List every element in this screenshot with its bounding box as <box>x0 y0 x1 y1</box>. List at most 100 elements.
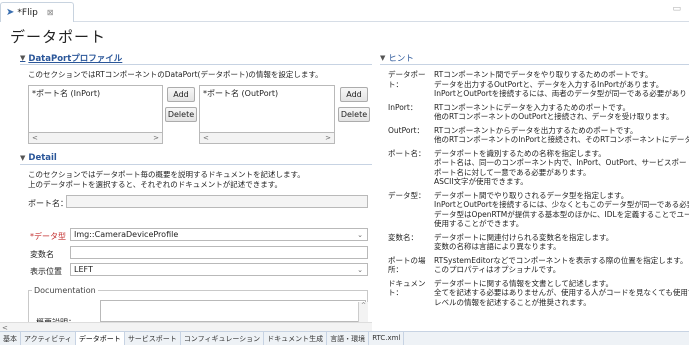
hint-line: 他のRTコンポーネントのInPortと接続され、そのRTコンポーネントにデータを… <box>434 135 689 144</box>
display-position-select[interactable]: LEFT ⌄ <box>70 263 368 276</box>
detail-title: Detail <box>28 152 57 163</box>
hint-line: 他のRTコンポーネントのOutPortと接続され、データを受け取ります。 <box>434 112 674 121</box>
hint-row-data-type: データ型： データポート間でやり取りされるデータ型を指定します。 InPortと… <box>388 191 689 229</box>
detail-header[interactable]: ▼ Detail <box>20 151 372 165</box>
tab-activity[interactable]: アクティビティ <box>21 332 76 345</box>
hint-key: ドキュメント： <box>388 278 426 298</box>
hint-line: データポート間でやり取りされるデータ型を指定します。 <box>434 190 629 200</box>
editor-page-tabs: 基本 アクティビティ データポート サービスポート コンフィギュレーション ドキ… <box>0 331 689 345</box>
inport-delete-button[interactable]: Delete <box>165 107 197 122</box>
collapse-triangle-icon: ▼ <box>380 53 386 62</box>
tab-rtc-xml[interactable]: RTC.xml <box>369 332 405 345</box>
dataport-profile-header[interactable]: ▼ DataPortプロファイル <box>20 51 372 65</box>
editor-tab-flip[interactable]: ➤ *Flip ⊠ <box>0 2 74 22</box>
hint-line: ポート名は、同一のコンポーネント内で、InPort、OutPort、サービスポー… <box>434 158 689 167</box>
hint-value: RTコンポーネントにデータを入力するためのポートです。 他のRTコンポーネントの… <box>434 103 674 122</box>
detail-description-2: 上のデータポートを選択すると、それぞれのドキュメントが記述できます。 <box>28 180 282 189</box>
hint-line: ポート名に対して一意である必要があります。 <box>434 167 591 177</box>
detail-description-1: このセクションではデータポート毎の概要を説明するドキュメントを記述します。 <box>28 170 305 179</box>
port-name-label: ポート名： <box>28 199 68 208</box>
outport-add-button[interactable]: Add <box>340 87 368 102</box>
hint-value: データポートに関連付けられる変数名を指定します。 変数の名称は言語により異なりま… <box>434 233 613 252</box>
hint-value: データポート間でやり取りされるデータ型を指定します。 InPortとOutPor… <box>434 191 689 229</box>
scroll-left-icon[interactable]: < <box>203 134 209 142</box>
hint-row-dataport: データポート： RTコンポーネント間でデータをやり取りするためのポートです。 デ… <box>388 70 689 99</box>
inport-list-scrollbar[interactable]: < > <box>28 133 163 144</box>
documentation-title: Documentation <box>32 286 98 295</box>
hint-line: RTSystemEditorなどでコンポーネントを表示する際の位置を指定します。 <box>434 255 688 265</box>
tab-configuration[interactable]: コンフィギュレーション <box>181 332 265 345</box>
tab-language-environment[interactable]: 言語・環境 <box>327 332 370 345</box>
collapse-triangle-icon: ▼ <box>20 153 26 162</box>
inport-add-button[interactable]: Add <box>167 87 195 102</box>
hint-line: InPortとOutPortを接続するには、両者のデータ型が同一である必要があり <box>434 89 687 98</box>
hint-line: 使用することができます。 <box>434 219 524 228</box>
hint-key: ポートの場所： <box>388 255 426 275</box>
hint-key: データ型： <box>388 190 426 200</box>
hint-line: 全てを記述する必要はありませんが、使用する人がコードを見なくても使用でき <box>434 288 689 297</box>
scroll-left-icon[interactable]: < <box>32 134 38 142</box>
chevron-down-icon[interactable]: ⌄ <box>357 266 363 274</box>
data-type-label: *データ型 <box>30 232 66 241</box>
hint-key: データポート： <box>388 70 426 89</box>
left-pane-scrollbar[interactable]: < <box>0 322 372 332</box>
tab-dataport[interactable]: データポート <box>75 332 125 345</box>
hint-key: ポート名： <box>388 148 426 158</box>
scroll-right-icon[interactable]: > <box>153 134 159 142</box>
dataport-profile-title: DataPortプロファイル <box>28 53 123 64</box>
outport-column-header[interactable]: *ポート名 (OutPort) <box>200 86 334 101</box>
summary-textarea[interactable] <box>100 300 366 322</box>
hint-row-inport: InPort： RTコンポーネントにデータを入力するためのポートです。 他のRT… <box>388 103 689 122</box>
hint-value: データポートに関する情報を文書として記述します。 全てを記述する必要はありません… <box>434 279 689 308</box>
summary-scrollbar[interactable]: ^ <box>358 302 368 322</box>
page-title: データポート <box>10 28 107 46</box>
dataport-description: このセクションではRTコンポーネントのDataPort(データポート)の情報を設… <box>28 70 323 79</box>
hint-key: OutPort： <box>388 125 424 135</box>
variable-name-field[interactable] <box>70 246 368 259</box>
outport-delete-button[interactable]: Delete <box>338 107 370 122</box>
hint-line: データポートに関連付けられる変数名を指定します。 <box>434 232 614 242</box>
scroll-right-icon[interactable]: > <box>325 134 331 142</box>
hint-line: データ型はOpenRTMが提供する基本型のほかに、IDLを定義することでユー <box>434 209 689 219</box>
collapse-triangle-icon: ▼ <box>20 53 26 62</box>
hint-line: このプロパティはオプショナルです。 <box>434 265 561 274</box>
minimize-icon[interactable]: ▭ <box>672 4 681 14</box>
hint-line: ASCII文字が使用できます。 <box>434 177 528 186</box>
port-name-field[interactable] <box>66 195 368 208</box>
tab-basic[interactable]: 基本 <box>0 332 21 345</box>
hint-line: InPortとOutPortを接続するには、少なくともこのデータ型が同一である必… <box>434 200 689 209</box>
tab-document-generation[interactable]: ドキュメント生成 <box>264 332 328 345</box>
hint-line: 変数の名称は言語により異なります。 <box>434 242 561 251</box>
inport-column-header[interactable]: *ポート名 (InPort) <box>29 86 162 101</box>
hint-line: データポートを識別するための名称を指定します。 <box>434 148 606 158</box>
inport-list[interactable]: *ポート名 (InPort) <box>28 85 163 133</box>
hint-key: 変数名： <box>388 232 418 242</box>
tab-serviceport[interactable]: サービスポート <box>125 332 181 345</box>
outport-list[interactable]: *ポート名 (OutPort) <box>199 85 335 133</box>
close-icon[interactable]: ⊠ <box>47 8 54 17</box>
hint-key: InPort： <box>388 102 418 112</box>
hint-line: RTコンポーネントにデータを入力するためのポートです。 <box>434 102 630 112</box>
hint-row-document: ドキュメント： データポートに関する情報を文書として記述します。 全てを記述する… <box>388 279 689 308</box>
hint-value: RTコンポーネントからデータを出力するためのポートです。 他のRTコンポーネント… <box>434 126 689 145</box>
data-type-value: Img::CameraDeviceProfile <box>74 230 179 239</box>
hint-line: レベルの情報を記述することが推奨されます。 <box>434 297 591 307</box>
hint-value: RTコンポーネント間でデータをやり取りするためのポートです。 データを出力するO… <box>434 70 687 99</box>
editor-tab-label: *Flip <box>17 7 38 18</box>
display-position-value: LEFT <box>74 265 93 274</box>
hint-row-port-name: ポート名： データポートを識別するための名称を指定します。 ポート名は、同一のコ… <box>388 149 689 187</box>
hint-line: データポートに関する情報を文書として記述します。 <box>434 278 614 288</box>
data-type-select[interactable]: Img::CameraDeviceProfile ⌄ <box>70 228 368 241</box>
hint-line: RTコンポーネント間でデータをやり取りするためのポートです。 <box>434 70 653 79</box>
hint-title: ヒント <box>388 53 414 64</box>
hint-line: データを出力するOutPortと、データを入力するInPortがあります。 <box>434 79 664 89</box>
hint-list: データポート： RTコンポーネント間でデータをやり取りするためのポートです。 デ… <box>388 70 689 307</box>
hint-line: RTコンポーネントからデータを出力するためのポートです。 <box>434 125 638 135</box>
variable-name-label: 変数名 <box>30 250 54 259</box>
hint-row-port-location: ポートの場所： RTSystemEditorなどでコンポーネントを表示する際の位… <box>388 256 689 275</box>
outport-list-scrollbar[interactable]: < > <box>199 133 335 144</box>
editor-tab-strip <box>0 0 689 22</box>
hint-header[interactable]: ▼ ヒント <box>380 51 689 65</box>
chevron-down-icon[interactable]: ⌄ <box>357 231 363 239</box>
display-position-label: 表示位置 <box>30 267 62 276</box>
